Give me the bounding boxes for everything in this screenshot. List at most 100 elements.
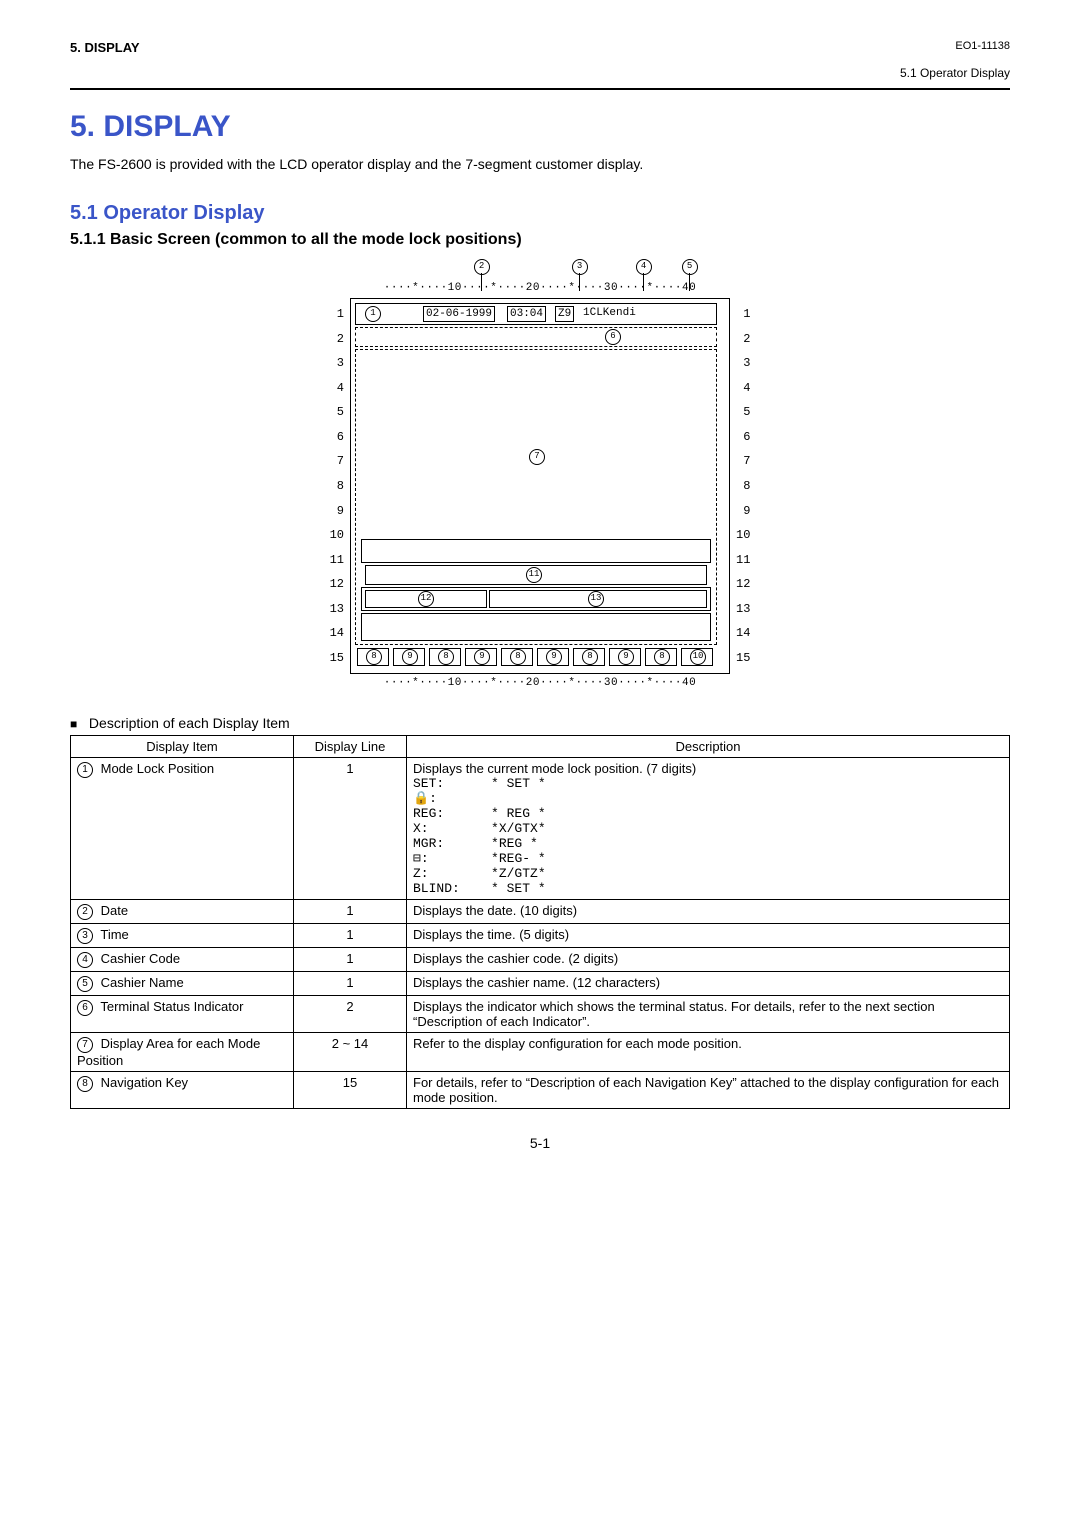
square-bullet-icon: ■ [70,717,77,731]
cell-desc: Displays the date. (10 digits) [407,900,1010,924]
table-row: 7 Display Area for each Mode Position2 ~… [71,1033,1010,1072]
item-number-icon: 8 [77,1076,93,1092]
label-11: 11 [526,567,542,583]
leader-line [579,273,580,291]
nav-key-label: 9 [546,649,562,665]
table-caption-text: Description of each Display Item [89,715,290,731]
nav-key-box: 9 [393,648,425,666]
table-caption: ■ Description of each Display Item [70,715,1010,731]
leader-line [481,273,482,291]
cell-desc: Displays the current mode lock position.… [407,758,1010,900]
nav-key-box: 9 [609,648,641,666]
line-number: 2 [330,327,344,351]
col-item: Display Item [71,736,294,758]
cell-item: 1 Mode Lock Position [71,758,294,900]
subsection-title: 5.1 Operator Display [70,202,1010,225]
nav-key-box: 10 [681,648,713,666]
cell-desc: Displays the cashier name. (12 character… [407,972,1010,996]
table-row: 6 Terminal Status Indicator2Displays the… [71,996,1010,1033]
nav-key-box: 8 [573,648,605,666]
callout-4: 4 [636,259,652,275]
line-number: 7 [330,449,344,473]
callout-2: 2 [474,259,490,275]
cell-line: 2 [294,996,407,1033]
header-left: 5. DISPLAY [70,40,140,55]
cell-item: 2 Date [71,900,294,924]
row-11-box: 11 [365,565,707,585]
code-box: Z9 [555,306,574,322]
line-number: 1 [736,302,750,326]
table-row: 2 Date1Displays the date. (10 digits) [71,900,1010,924]
line-number: 12 [736,572,750,596]
cell-desc: For details, refer to “Description of ea… [407,1072,1010,1109]
line-number: 6 [330,425,344,449]
screen-row-2: 6 [355,327,725,347]
label-7: 7 [529,449,545,465]
line-number: 15 [330,646,344,670]
cell-item: 4 Cashier Code [71,948,294,972]
line-number: 13 [330,597,344,621]
line-number: 10 [736,523,750,547]
item-number-icon: 7 [77,1037,93,1053]
screen-row-1: 1 02-06-1999 03:04 Z9 1CLKendi [355,303,725,325]
line-number: 6 [736,425,750,449]
cell-item: 5 Cashier Name [71,972,294,996]
nav-key-box: 8 [645,648,677,666]
table-row: 4 Cashier Code1Displays the cashier code… [71,948,1010,972]
nav-key-label: 9 [474,649,490,665]
label-1: 1 [365,306,381,322]
line-number: 10 [330,523,344,547]
nav-key-box: 9 [537,648,569,666]
column-ruler-bottom: ····*····10····*····20····*····30····*··… [324,678,757,689]
date-box: 02-06-1999 [423,306,495,322]
cell-line: 15 [294,1072,407,1109]
col-line: Display Line [294,736,407,758]
line-number: 3 [330,351,344,375]
line-number: 14 [736,621,750,645]
line-number: 1 [330,302,344,326]
line-numbers-left: 123456789101112131415 [324,298,350,674]
line-number: 14 [330,621,344,645]
line-number: 3 [736,351,750,375]
display-figure: 2 3 4 5 ····*····10····*····20····*····3… [70,259,1010,689]
table-row: 5 Cashier Name1Displays the cashier name… [71,972,1010,996]
label-12: 12 [418,591,434,607]
leader-line [689,273,690,291]
cell-line: 1 [294,948,407,972]
row-12-right: 13 [489,590,707,608]
subsubsection-title: 5.1.1 Basic Screen (common to all the mo… [70,231,1010,249]
column-ruler-top: ····*····10····*····20····*····30····*··… [324,283,757,294]
cell-item: 7 Display Area for each Mode Position [71,1033,294,1072]
screen-body: 7 11 12 13 [355,349,725,645]
item-number-icon: 3 [77,928,93,944]
line-number: 2 [736,327,750,351]
line-number: 8 [736,474,750,498]
table-row: 3 Time1Displays the time. (5 digits) [71,924,1010,948]
line-number: 7 [736,449,750,473]
item-number-icon: 2 [77,904,93,920]
row-12-left: 12 [365,590,487,608]
line-number: 11 [330,548,344,572]
item-number-icon: 5 [77,976,93,992]
line-number: 8 [330,474,344,498]
nav-key-label: 10 [690,649,706,665]
line-number: 5 [736,400,750,424]
nav-key-box: 8 [429,648,461,666]
table-header-row: Display Item Display Line Description [71,736,1010,758]
label-13: 13 [588,591,604,607]
line-number: 5 [330,400,344,424]
nav-key-label: 8 [366,649,382,665]
nav-key-box: 8 [501,648,533,666]
nav-key-label: 8 [654,649,670,665]
intro-paragraph: The FS-2600 is provided with the LCD ope… [70,156,1010,172]
col-desc: Description [407,736,1010,758]
table-row: 8 Navigation Key15For details, refer to … [71,1072,1010,1109]
line-number: 12 [330,572,344,596]
nav-key-label: 8 [438,649,454,665]
page-number: 5-1 [70,1135,1010,1151]
callout-5: 5 [682,259,698,275]
time-box: 03:04 [507,306,546,322]
display-items-table: Display Item Display Line Description 1 … [70,735,1010,1109]
line-number: 4 [330,376,344,400]
table-row: 1 Mode Lock Position1Displays the curren… [71,758,1010,900]
